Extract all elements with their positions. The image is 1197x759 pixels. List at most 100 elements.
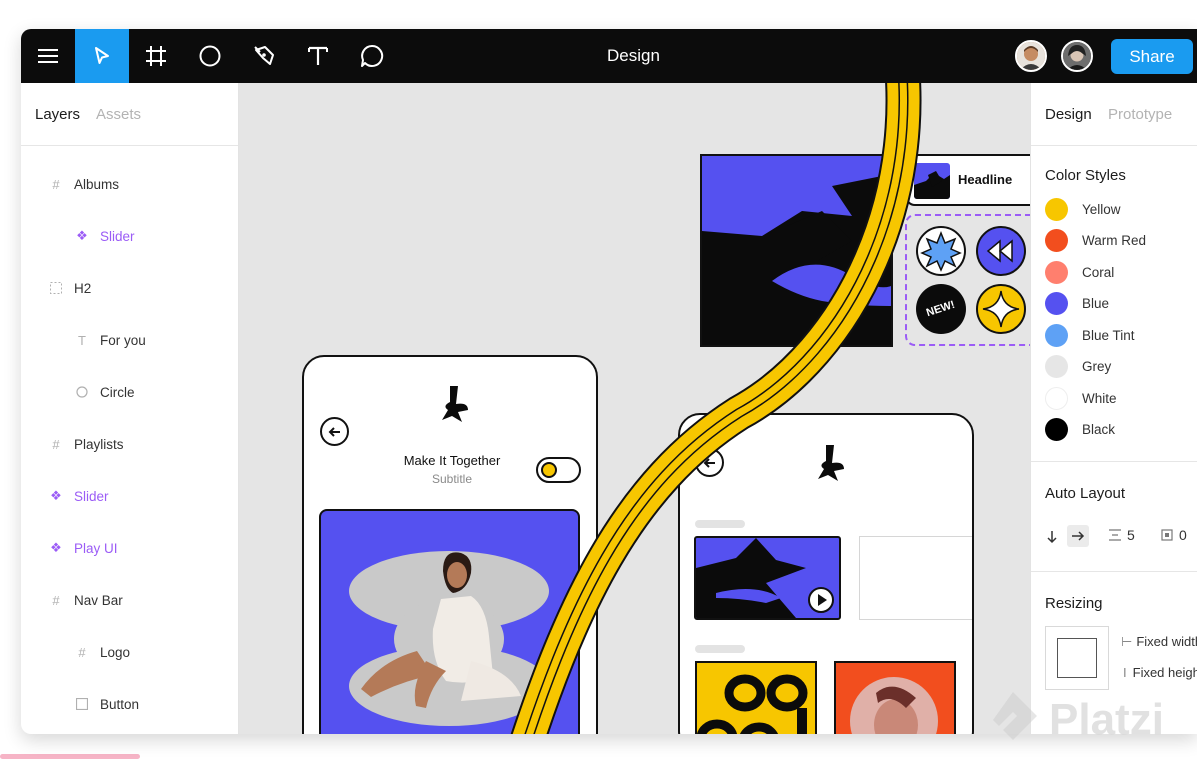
- padding-value: 0: [1179, 527, 1187, 543]
- layer-item[interactable]: ❖ Play UI: [48, 538, 118, 558]
- avatar[interactable]: [1061, 40, 1093, 72]
- color-swatch: [1045, 323, 1068, 347]
- comment-icon[interactable]: [345, 29, 399, 83]
- color-style-row[interactable]: White: [1045, 386, 1117, 410]
- decorative-ribbon: [510, 83, 922, 734]
- color-style-row[interactable]: Black: [1045, 417, 1115, 441]
- tab-assets[interactable]: Assets: [96, 106, 141, 123]
- color-name: Warm Red: [1082, 232, 1147, 248]
- pink-strip: [0, 754, 140, 759]
- layer-label: Albums: [74, 176, 120, 192]
- tab-layers[interactable]: Layers: [35, 106, 80, 123]
- color-name: Blue: [1082, 295, 1110, 311]
- layer-item[interactable]: Circle: [74, 382, 135, 402]
- component-icon: ❖: [50, 540, 62, 555]
- avatar[interactable]: [1015, 40, 1047, 72]
- layer-label: For you: [100, 332, 146, 348]
- color-styles-title: Color Styles: [1045, 167, 1126, 184]
- share-button[interactable]: Share: [1111, 39, 1193, 74]
- direction-down-icon[interactable]: [1045, 529, 1065, 549]
- layer-label: H2: [74, 280, 92, 296]
- design-canvas[interactable]: Headline NEW! Make It Together Subtitle: [239, 83, 1030, 734]
- layer-item[interactable]: # Albums: [48, 174, 119, 194]
- panel-tabs: Design Prototype: [1031, 83, 1197, 146]
- layer-item[interactable]: ❖ Slider: [48, 486, 109, 506]
- color-name: Blue Tint: [1082, 327, 1135, 343]
- divider: [1031, 571, 1197, 572]
- frame-icon: #: [52, 592, 60, 608]
- top-toolbar: Design Share: [21, 29, 1197, 83]
- fixed-height-label: Fixed height: [1132, 665, 1197, 680]
- group-icon: [48, 280, 64, 296]
- layer-item[interactable]: # Nav Bar: [48, 590, 123, 610]
- layer-label: Nav Bar: [74, 592, 123, 608]
- design-panel: Design Prototype Color Styles Yellow War…: [1030, 83, 1197, 734]
- cursor-icon[interactable]: [75, 29, 129, 83]
- layers-panel: Layers Assets # Albums ❖ Slider H2 T For…: [21, 83, 239, 734]
- padding-field[interactable]: 0: [1161, 527, 1187, 543]
- figma-window: Design Share Layers Assets # Albums ❖ Sl…: [21, 29, 1197, 734]
- panel-tabs: Layers Assets: [21, 83, 238, 146]
- layer-item[interactable]: H2: [48, 278, 91, 298]
- padding-icon: [1161, 529, 1173, 541]
- layer-label: Play UI: [74, 540, 118, 556]
- height-icon: I: [1123, 665, 1127, 680]
- document-title: Design: [607, 46, 660, 65]
- color-swatch: [1045, 260, 1068, 284]
- fixed-height-option[interactable]: I Fixed height: [1123, 665, 1197, 680]
- color-name: Yellow: [1082, 201, 1121, 217]
- layer-item[interactable]: T For you: [74, 330, 146, 350]
- platzi-watermark: Platzi: [985, 680, 1197, 759]
- color-name: White: [1082, 390, 1117, 406]
- layer-label: Button: [100, 696, 140, 712]
- auto-layout-title: Auto Layout: [1045, 485, 1126, 502]
- fixed-width-label: Fixed width: [1136, 634, 1197, 649]
- fixed-width-option[interactable]: ⊢ Fixed width: [1121, 634, 1197, 650]
- watermark-text: Platzi: [1049, 694, 1164, 744]
- layer-item[interactable]: ❖ Slider: [74, 226, 135, 246]
- frame-icon: #: [78, 644, 86, 660]
- color-swatch: [1045, 197, 1068, 221]
- frame-icon[interactable]: [129, 29, 183, 83]
- text-icon: T: [78, 332, 86, 348]
- color-style-row[interactable]: Warm Red: [1045, 228, 1146, 252]
- layer-item[interactable]: # Logo: [74, 642, 130, 662]
- layer-label: Circle: [100, 384, 135, 400]
- color-style-row[interactable]: Blue Tint: [1045, 323, 1135, 347]
- layer-item[interactable]: Button: [74, 694, 139, 714]
- frame-icon: #: [52, 436, 60, 452]
- platzi-logo-icon: [993, 691, 1037, 740]
- text-icon[interactable]: [291, 29, 345, 83]
- color-name: Grey: [1082, 358, 1112, 374]
- spacing-field[interactable]: 5: [1107, 527, 1135, 543]
- layer-label: Logo: [100, 644, 131, 660]
- resizing-title: Resizing: [1045, 595, 1103, 612]
- spacing-value: 5: [1127, 527, 1135, 543]
- ellipse-icon[interactable]: [183, 29, 237, 83]
- tab-design[interactable]: Design: [1045, 106, 1092, 123]
- color-style-row[interactable]: Grey: [1045, 354, 1111, 378]
- layer-label: Playlists: [74, 436, 124, 452]
- pen-icon[interactable]: [237, 29, 291, 83]
- color-swatch: [1045, 386, 1068, 410]
- tab-prototype[interactable]: Prototype: [1108, 106, 1172, 123]
- color-swatch: [1045, 291, 1068, 315]
- spacing-icon: [1109, 529, 1121, 541]
- layer-label: Slider: [100, 228, 135, 244]
- rectangle-icon: [74, 696, 90, 712]
- layer-item[interactable]: # Playlists: [48, 434, 124, 454]
- color-style-row[interactable]: Yellow: [1045, 197, 1121, 221]
- layer-label: Slider: [74, 488, 109, 504]
- frame-icon: #: [52, 176, 60, 192]
- color-swatch: [1045, 417, 1068, 441]
- color-style-row[interactable]: Blue: [1045, 291, 1109, 315]
- divider: [1031, 461, 1197, 462]
- color-style-row[interactable]: Coral: [1045, 260, 1114, 284]
- color-name: Coral: [1082, 264, 1115, 280]
- component-icon: ❖: [50, 488, 62, 503]
- color-swatch: [1045, 354, 1068, 378]
- color-name: Black: [1082, 421, 1116, 437]
- circle-icon: [74, 384, 90, 400]
- direction-right-icon[interactable]: [1067, 525, 1089, 547]
- menu-icon[interactable]: [21, 29, 75, 83]
